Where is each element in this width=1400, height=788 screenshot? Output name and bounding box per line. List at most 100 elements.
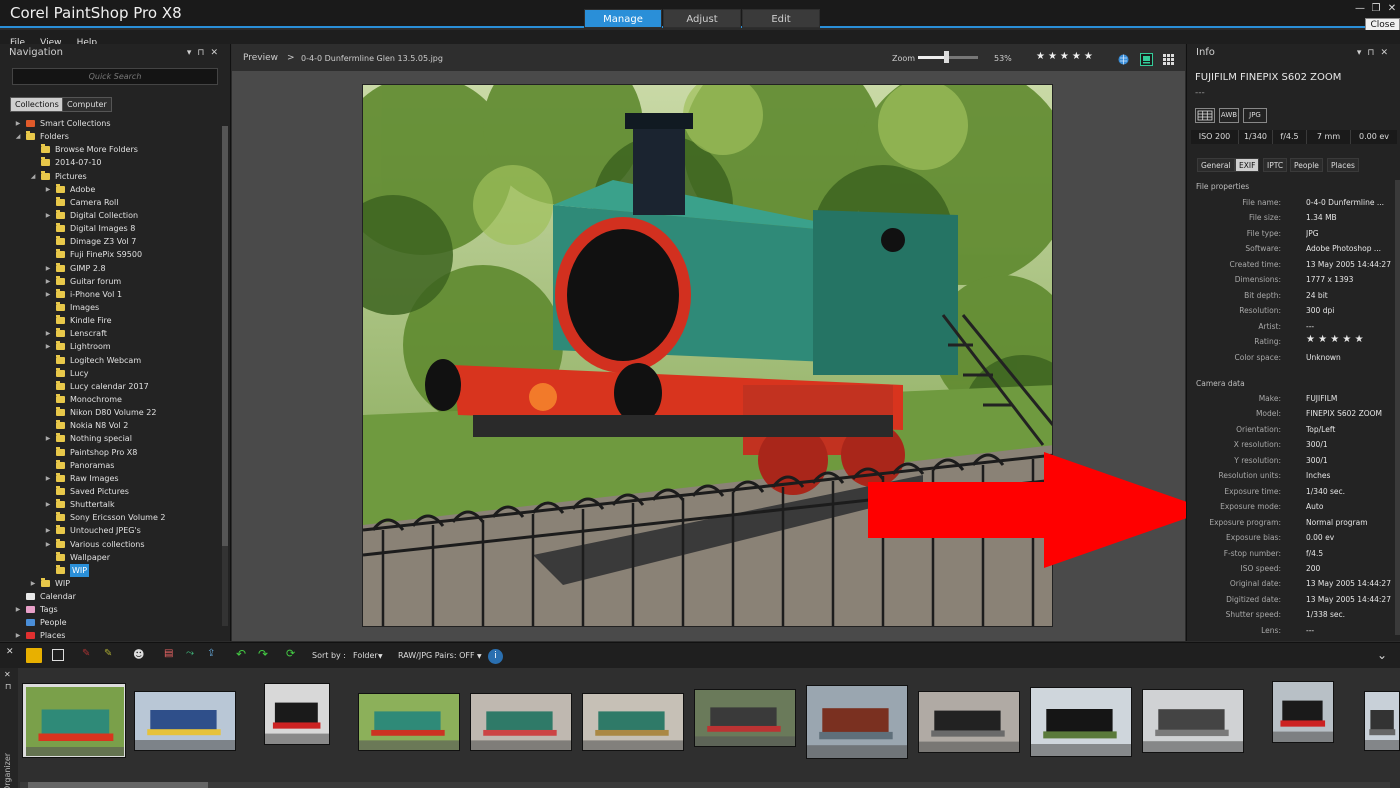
thumbnail-green-loco[interactable] — [22, 683, 126, 758]
tree-item[interactable]: 2014-07-10 — [0, 156, 222, 169]
expand-arrow-icon[interactable]: ▶ — [14, 603, 22, 616]
tree-item[interactable]: ▶ Adobe — [0, 183, 222, 196]
tree-item[interactable]: Saved Pictures — [0, 485, 222, 498]
brush-icon[interactable]: ✎ — [82, 648, 90, 659]
tree-item[interactable]: Wallpaper — [0, 551, 222, 564]
tab-places[interactable]: Places — [1327, 158, 1359, 172]
tree-item[interactable]: ▶ Lenscraft — [0, 327, 222, 340]
sort-dropdown[interactable]: Folder — [353, 651, 378, 660]
tree-item[interactable]: People — [0, 616, 222, 629]
rotate-left-icon[interactable]: ↶ — [236, 647, 246, 661]
expand-arrow-icon[interactable]: ▶ — [44, 472, 52, 485]
tree-item[interactable]: WIP — [0, 563, 222, 577]
organizer-close-icon[interactable]: ✕ — [6, 647, 14, 657]
rating-stars[interactable]: ★★★★★ — [1036, 51, 1096, 62]
thumbnail-green-loco-yard[interactable] — [470, 693, 572, 751]
tree-item[interactable]: Images — [0, 301, 222, 314]
thumbnail-steam-loco-smoke[interactable] — [694, 689, 796, 747]
tree-item[interactable]: ▶ Shuttertalk — [0, 498, 222, 511]
thumbnail-black-steam-loco[interactable] — [1030, 687, 1132, 757]
collapse-chevron-icon[interactable]: ⌄ — [1377, 648, 1387, 662]
tree-item[interactable]: ▶ Places — [0, 629, 222, 642]
tree-item[interactable]: ▶ Tags — [0, 603, 222, 616]
refresh-icon[interactable]: ⟳ — [286, 647, 295, 660]
tree-item[interactable]: Dimage Z3 Vol 7 — [0, 235, 222, 248]
tree-item[interactable]: Panoramas — [0, 459, 222, 472]
tree-item[interactable]: ▶ Untouched JPEG's — [0, 524, 222, 537]
expand-arrow-icon[interactable]: ▶ — [44, 183, 52, 196]
tree-item[interactable]: Calendar — [0, 590, 222, 603]
thumbnail-black-loco-portrait[interactable] — [1272, 681, 1334, 743]
preview-mode-icon[interactable] — [1140, 51, 1153, 66]
tree-item[interactable]: Kindle Fire — [0, 314, 222, 327]
pin-icon[interactable]: ⊓ — [197, 48, 210, 58]
collapse-arrow-icon[interactable]: ◢ — [29, 170, 37, 183]
tree-item[interactable]: Logitech Webcam — [0, 354, 222, 367]
tab-people[interactable]: People — [1290, 158, 1323, 172]
tree-item[interactable]: ◢ Folders — [0, 130, 222, 143]
raw-jpg-pairs-dropdown[interactable]: RAW/JPG Pairs: OFF — [398, 651, 475, 660]
navigation-scrollbar-thumb[interactable] — [222, 126, 228, 546]
close-icon[interactable]: ✕ — [1384, 2, 1400, 16]
tab-iptc[interactable]: IPTC — [1263, 158, 1288, 172]
organizer-scrollbar[interactable] — [20, 782, 1390, 788]
thumbnail-steam-train-bridge[interactable] — [1142, 689, 1244, 753]
collapse-arrow-icon[interactable]: ◢ — [14, 130, 22, 143]
tree-item[interactable]: Nokia N8 Vol 2 — [0, 419, 222, 432]
panel-close-icon[interactable]: ✕ — [210, 48, 224, 58]
expand-arrow-icon[interactable]: ▶ — [44, 524, 52, 537]
expand-arrow-icon[interactable]: ▶ — [44, 432, 52, 445]
tree-item[interactable]: Lucy calendar 2017 — [0, 380, 222, 393]
expand-arrow-icon[interactable]: ▶ — [44, 288, 52, 301]
tree-item[interactable]: ▶ Lightroom — [0, 340, 222, 353]
tree-item[interactable]: ▶ Various collections — [0, 538, 222, 551]
person-icon[interactable]: ☻ — [133, 648, 144, 661]
tree-item[interactable]: ▶ GIMP 2.8 — [0, 262, 222, 275]
thumbnail-forth-bridge[interactable] — [806, 685, 908, 759]
expand-arrow-icon[interactable]: ▶ — [44, 538, 52, 551]
tree-item[interactable]: Lucy — [0, 367, 222, 380]
tree-item[interactable]: Browse More Folders — [0, 143, 222, 156]
thumbnail-grid-icon[interactable] — [1162, 51, 1175, 65]
expand-arrow-icon[interactable]: ▶ — [44, 340, 52, 353]
thumbnail-green-loco-side[interactable] — [358, 693, 460, 751]
tree-item[interactable]: ▶ Smart Collections — [0, 117, 222, 130]
expand-arrow-icon[interactable]: ▶ — [44, 498, 52, 511]
minimize-icon[interactable]: — — [1352, 2, 1368, 16]
expand-arrow-icon[interactable]: ▶ — [14, 117, 22, 130]
rotate-right-icon[interactable]: ↷ — [258, 647, 268, 661]
thumbnail-black-loco-front[interactable] — [264, 683, 330, 745]
sort-chevron-down-icon[interactable]: ▼ — [378, 653, 383, 660]
expand-arrow-icon[interactable]: ▶ — [14, 629, 22, 642]
thumbnail-partial-thumb[interactable] — [1364, 691, 1400, 751]
organizer-panel-close-icon[interactable]: ✕ — [4, 670, 11, 679]
tree-item[interactable]: ◢ Pictures — [0, 170, 222, 183]
globe-icon[interactable] — [1117, 51, 1130, 65]
thumbnail-black-loco-shed[interactable] — [918, 691, 1020, 753]
tree-item[interactable]: ▶ Nothing special — [0, 432, 222, 445]
tab-collections[interactable]: Collections — [10, 97, 64, 112]
property-value[interactable]: ★ ★ ★ ★ ★ — [1306, 334, 1394, 346]
restore-icon[interactable]: ❐ — [1368, 2, 1384, 16]
organizer-scrollbar-thumb[interactable] — [28, 782, 208, 788]
tree-item[interactable]: ▶ WIP — [0, 577, 222, 590]
panel-menu-icon[interactable]: ▾ — [1357, 48, 1368, 58]
tab-computer[interactable]: Computer — [62, 97, 112, 112]
expand-arrow-icon[interactable]: ▶ — [29, 577, 37, 590]
print-icon[interactable]: ▤ — [164, 648, 173, 659]
export-icon[interactable]: ⇪ — [207, 648, 215, 659]
tab-exif[interactable]: EXIF — [1235, 158, 1260, 172]
tab-manage[interactable]: Manage — [584, 9, 662, 28]
tree-item[interactable]: Fuji FinePix S9500 — [0, 248, 222, 261]
tree-item[interactable]: Sony Ericsson Volume 2 — [0, 511, 222, 524]
tab-edit[interactable]: Edit — [742, 9, 820, 28]
tree-item[interactable]: Camera Roll — [0, 196, 222, 209]
tree-item[interactable]: Digital Images 8 — [0, 222, 222, 235]
tab-adjust[interactable]: Adjust — [663, 9, 741, 28]
raw-chevron-down-icon[interactable]: ▼ — [477, 653, 482, 660]
zoom-slider-handle[interactable] — [944, 51, 949, 63]
share-icon[interactable]: ⤳ — [186, 648, 194, 659]
select-mode-icon[interactable] — [26, 648, 42, 663]
expand-arrow-icon[interactable]: ▶ — [44, 327, 52, 340]
tree-item[interactable]: ▶ i-Phone Vol 1 — [0, 288, 222, 301]
